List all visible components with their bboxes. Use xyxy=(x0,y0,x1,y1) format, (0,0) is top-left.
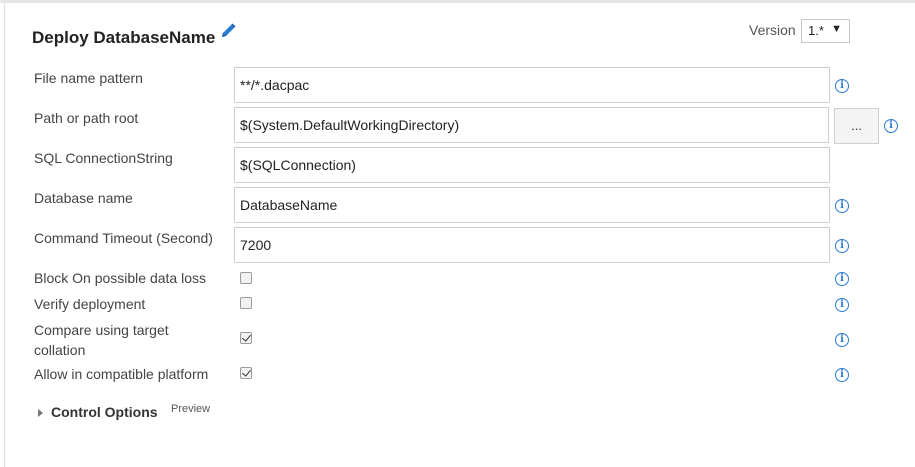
file-name-pattern-input[interactable]: **/*.dacpac xyxy=(234,67,830,103)
compare-collation-checkbox[interactable] xyxy=(240,332,252,344)
verify-deployment-checkbox[interactable] xyxy=(240,297,252,309)
database-name-label: Database name xyxy=(34,190,133,206)
version-value: 1.* xyxy=(808,23,824,38)
dropdown-caret-icon: ▼ xyxy=(831,23,842,35)
compare-collation-info-icon[interactable]: i xyxy=(835,333,849,347)
control-options-toggle[interactable]: Control Options xyxy=(38,404,158,420)
block-data-loss-info-icon[interactable]: i xyxy=(835,272,849,286)
task-title: Deploy DatabaseName xyxy=(32,28,216,47)
sql-connection-label: SQL ConnectionString xyxy=(34,150,173,166)
compatible-platform-label: Allow in compatible platform xyxy=(34,366,209,382)
command-timeout-input[interactable]: 7200 xyxy=(234,227,830,263)
block-data-loss-label: Block On possible data loss xyxy=(34,270,206,286)
version-label: Version xyxy=(749,22,796,38)
browse-button[interactable]: ... xyxy=(834,108,879,144)
block-data-loss-checkbox[interactable] xyxy=(240,272,252,284)
compare-collation-label-line1: Compare using target xyxy=(34,322,169,338)
verify-deployment-label: Verify deployment xyxy=(34,296,146,312)
verify-deployment-info-icon[interactable]: i xyxy=(835,298,849,312)
left-border xyxy=(4,3,5,467)
edit-pencil-icon[interactable] xyxy=(219,22,237,40)
compatible-platform-checkbox[interactable] xyxy=(240,367,252,379)
database-name-info-icon[interactable]: i xyxy=(835,199,849,213)
database-name-input[interactable]: DatabaseName xyxy=(234,187,830,223)
command-timeout-label: Command Timeout (Second) xyxy=(34,230,213,246)
version-select[interactable]: 1.* ▼ xyxy=(801,19,850,43)
compare-collation-label-line2: collation xyxy=(34,342,86,358)
file-name-pattern-label: File name pattern xyxy=(34,70,143,86)
top-border xyxy=(0,0,915,3)
triangle-right-icon xyxy=(38,409,43,418)
compatible-platform-info-icon[interactable]: i xyxy=(835,368,849,382)
sql-connection-input[interactable]: $(SQLConnection) xyxy=(234,147,830,183)
path-root-label: Path or path root xyxy=(34,110,139,126)
path-root-input[interactable]: $(System.DefaultWorkingDirectory) xyxy=(234,107,829,143)
file-name-pattern-info-icon[interactable]: i xyxy=(835,79,849,93)
preview-badge: Preview xyxy=(171,403,211,415)
control-options-label: Control Options xyxy=(51,404,158,420)
path-root-info-icon[interactable]: i xyxy=(884,119,898,133)
command-timeout-info-icon[interactable]: i xyxy=(835,239,849,253)
